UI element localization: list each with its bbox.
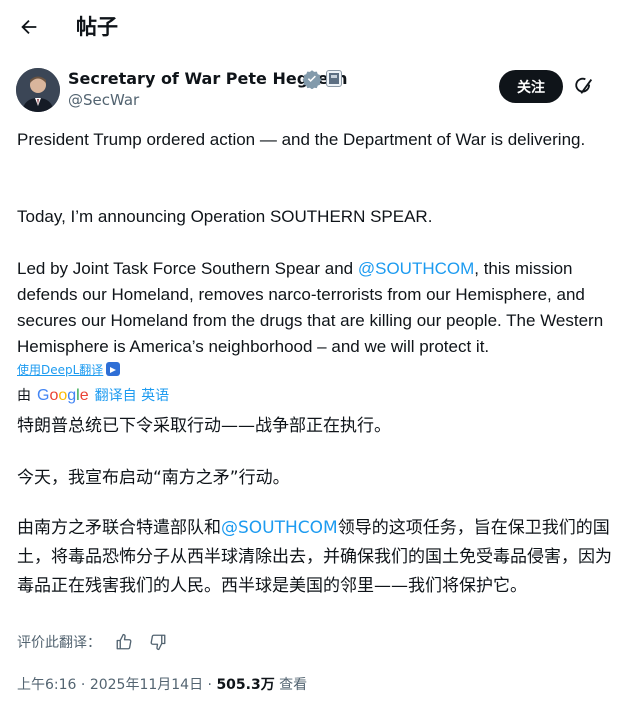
translation-paragraph-2: 今天，我宣布启动“南方之矛”行动。 bbox=[17, 468, 290, 488]
translation-paragraph-1: 特朗普总统已下令采取行动——战争部正在执行。 bbox=[17, 416, 391, 436]
tweet-meta: 上午6:16 · 2025年11月14日 · 505.3万 查看 bbox=[17, 674, 307, 696]
follow-button[interactable]: 关注 bbox=[499, 70, 563, 103]
verified-badge-icon bbox=[302, 69, 322, 90]
meta-separator: · bbox=[76, 677, 90, 693]
tweet-paragraph-1: President Trump ordered action — and the… bbox=[17, 130, 586, 149]
tweet-time[interactable]: 上午6:16 bbox=[17, 677, 76, 693]
arrow-left-icon bbox=[21, 19, 37, 35]
thumbs-up-button[interactable] bbox=[113, 631, 135, 653]
grok-button[interactable] bbox=[570, 72, 598, 100]
google-logo: Google bbox=[37, 387, 89, 404]
meta-separator: · bbox=[203, 677, 217, 693]
deepl-icon bbox=[106, 362, 120, 376]
southcom-mention-link[interactable]: @SOUTHCOM bbox=[221, 518, 338, 538]
tweet-paragraph-2: Today, I’m announcing Operation SOUTHERN… bbox=[17, 207, 433, 226]
thumbs-up-icon bbox=[116, 633, 132, 650]
page-title: 帖子 bbox=[76, 15, 118, 39]
affiliation-badge-icon[interactable] bbox=[326, 70, 342, 87]
thumbs-down-icon bbox=[150, 634, 166, 651]
southcom-mention-link[interactable]: @SOUTHCOM bbox=[358, 259, 474, 278]
grok-icon bbox=[575, 77, 593, 94]
translated-from-link[interactable]: 翻译自 英语 bbox=[95, 386, 169, 406]
rate-translation: 评价此翻译： bbox=[17, 630, 169, 654]
translated-by-google: 由 Google 翻译自 英语 bbox=[17, 386, 169, 406]
tweet-date[interactable]: 2025年11月14日 bbox=[90, 677, 203, 693]
author-handle[interactable]: @SecWar bbox=[68, 90, 139, 110]
translation-text-segment: 由南方之矛联合特遣部队和 bbox=[17, 518, 221, 538]
tweet-text-segment: Led by Joint Task Force Southern Spear a… bbox=[17, 259, 358, 278]
by-label: 由 bbox=[17, 388, 31, 404]
tweet-paragraph-3: Led by Joint Task Force Southern Spear a… bbox=[17, 256, 623, 360]
views-count: 505.3万 bbox=[216, 677, 275, 693]
avatar-image bbox=[16, 68, 60, 112]
views-label: 查看 bbox=[274, 677, 308, 693]
translation-paragraph-3: 由南方之矛联合特遣部队和@SOUTHCOM领导的这项任务，旨在保卫我们的国土，将… bbox=[17, 514, 623, 601]
avatar[interactable] bbox=[16, 68, 60, 112]
deepl-translate-link[interactable]: 使用DeepL翻译 bbox=[17, 361, 103, 379]
rate-translation-label: 评价此翻译： bbox=[17, 635, 101, 651]
back-button[interactable] bbox=[14, 12, 44, 42]
top-bar: 帖子 bbox=[0, 0, 640, 56]
thumbs-down-button[interactable] bbox=[147, 631, 169, 653]
